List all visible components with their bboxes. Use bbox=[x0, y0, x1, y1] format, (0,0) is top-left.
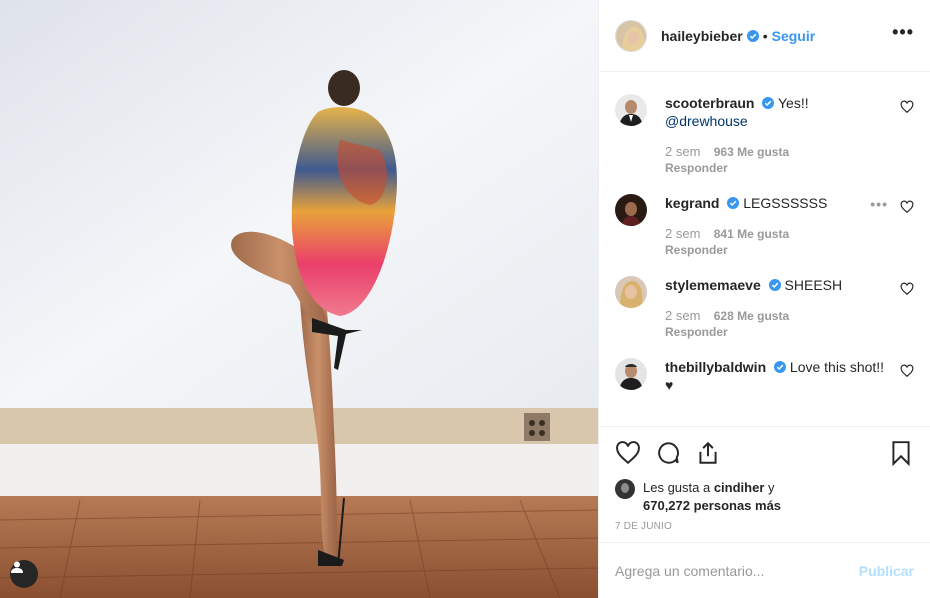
verified-badge-icon bbox=[727, 197, 740, 209]
verified-badge-icon bbox=[768, 279, 781, 291]
commenter-avatar[interactable] bbox=[615, 358, 647, 390]
like-heart-icon[interactable] bbox=[615, 440, 641, 466]
verified-badge-icon bbox=[774, 361, 787, 373]
comment-like-heart-icon[interactable] bbox=[900, 282, 914, 296]
commenter-avatar-image bbox=[615, 194, 647, 226]
add-comment-bar: Publicar bbox=[599, 542, 930, 598]
commenter-avatar-image bbox=[615, 94, 647, 126]
commenter-avatar-image bbox=[615, 358, 647, 390]
verified-badge-icon bbox=[746, 29, 759, 42]
comment-item: kegrand LEGSSSSSS 2 sem 841 Me gusta Res… bbox=[615, 194, 914, 258]
bookmark-icon[interactable] bbox=[888, 440, 914, 466]
photo-illustration bbox=[0, 0, 598, 598]
commenter-avatar[interactable] bbox=[615, 276, 647, 308]
instagram-post: haileybieber • Seguir ••• scooterbraun Y… bbox=[0, 0, 930, 598]
comment-mention-link[interactable]: @drewhouse bbox=[665, 112, 886, 130]
comment-text: SHEESH bbox=[784, 277, 843, 293]
follow-button[interactable]: Seguir bbox=[772, 28, 816, 44]
commenter-avatar[interactable] bbox=[615, 194, 647, 226]
action-bar bbox=[615, 429, 914, 477]
comment-item: stylememaeve SHEESH 2 sem 628 Me gusta R… bbox=[615, 276, 914, 340]
liker-username[interactable]: cindiher bbox=[714, 480, 765, 495]
reply-button[interactable]: Responder bbox=[665, 324, 886, 340]
comment-input[interactable] bbox=[615, 562, 859, 579]
comment-username[interactable]: thebillybaldwin bbox=[665, 359, 766, 375]
comment-username[interactable]: scooterbraun bbox=[665, 95, 754, 111]
post-date[interactable]: 7 DE JUNIO bbox=[615, 521, 914, 532]
comment-likes[interactable]: 841 Me gusta bbox=[714, 227, 789, 241]
comment-meta: 2 sem 963 Me gusta Responder bbox=[665, 144, 886, 176]
reply-button[interactable]: Responder bbox=[665, 160, 886, 176]
liker-avatar-image bbox=[615, 479, 635, 499]
comment-like-heart-icon[interactable] bbox=[900, 100, 914, 114]
more-options-button[interactable]: ••• bbox=[892, 22, 914, 49]
liker-avatar[interactable] bbox=[615, 479, 635, 499]
post-actions-section: Les gusta a cindiher y 670,272 personas … bbox=[599, 426, 930, 542]
comment-time[interactable]: 2 sem bbox=[665, 226, 700, 241]
publish-button[interactable]: Publicar bbox=[859, 563, 914, 579]
comment-meta: 2 sem 841 Me gusta Responder bbox=[665, 226, 886, 258]
likes-text: Les gusta a cindiher y 670,272 personas … bbox=[643, 479, 781, 515]
user-tag-button[interactable] bbox=[10, 560, 38, 588]
comment-text: Love this shot!! bbox=[789, 359, 885, 375]
verified-badge-icon bbox=[762, 97, 775, 109]
comment-like-heart-icon[interactable] bbox=[900, 200, 914, 214]
comment-text: LEGSSSSSS bbox=[743, 195, 828, 211]
comment-text-heart: ♥ bbox=[665, 377, 674, 393]
author-avatar[interactable] bbox=[615, 19, 647, 52]
comment-username[interactable]: stylememaeve bbox=[665, 277, 761, 293]
comment-username[interactable]: kegrand bbox=[665, 195, 719, 211]
share-icon[interactable] bbox=[695, 440, 721, 466]
comment-item: thebillybaldwin Love this shot!! ♥ bbox=[615, 358, 914, 394]
author-avatar-image bbox=[616, 20, 646, 51]
comment-likes[interactable]: 628 Me gusta bbox=[714, 309, 789, 323]
post-header: haileybieber • Seguir ••• bbox=[599, 0, 930, 72]
comment-like-heart-icon[interactable] bbox=[900, 364, 914, 378]
post-photo[interactable] bbox=[0, 0, 598, 598]
likes-middle: y bbox=[764, 480, 775, 495]
likes-prefix: Les gusta a bbox=[643, 480, 714, 495]
likes-count[interactable]: 670,272 personas más bbox=[643, 498, 781, 513]
reply-button[interactable]: Responder bbox=[665, 242, 886, 258]
header-separator: • bbox=[762, 27, 768, 44]
post-side-panel: haileybieber • Seguir ••• scooterbraun Y… bbox=[598, 0, 930, 598]
comment-time[interactable]: 2 sem bbox=[665, 308, 700, 323]
author-username[interactable]: haileybieber bbox=[661, 28, 743, 44]
commenter-avatar[interactable] bbox=[615, 94, 647, 126]
comment-text: Yes!! bbox=[778, 95, 809, 111]
comment-options-button[interactable]: ••• bbox=[870, 196, 888, 212]
comments-list: scooterbraun Yes!! @drewhouse 2 sem 963 … bbox=[599, 72, 930, 426]
comment-meta: 2 sem 628 Me gusta Responder bbox=[665, 308, 886, 340]
commenter-avatar-image bbox=[615, 276, 647, 308]
comment-item: scooterbraun Yes!! @drewhouse 2 sem 963 … bbox=[615, 94, 914, 176]
comment-likes[interactable]: 963 Me gusta bbox=[714, 145, 789, 159]
comment-bubble-icon[interactable] bbox=[655, 440, 681, 466]
comment-time[interactable]: 2 sem bbox=[665, 144, 700, 159]
likes-summary: Les gusta a cindiher y 670,272 personas … bbox=[615, 479, 914, 515]
user-tag-icon bbox=[11, 561, 23, 573]
